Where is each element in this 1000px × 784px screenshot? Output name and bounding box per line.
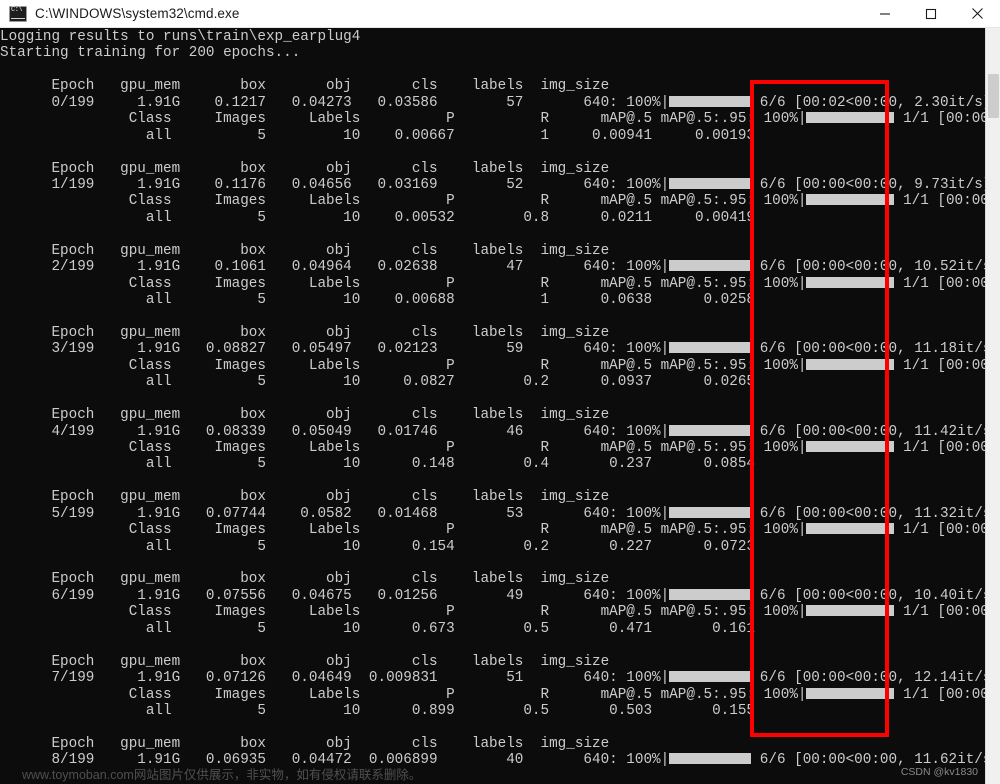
- val-progress-bar: [806, 440, 895, 452]
- train-progress-bar: [669, 177, 752, 189]
- console-line: Logging results to runs\train\exp_earplu…: [0, 29, 361, 45]
- console-line: all 5 10 0.00667 1 0.00941 0.00193: [0, 127, 755, 144]
- train-progress-bar: [669, 424, 752, 436]
- console-line: Starting training for 200 epochs...: [0, 45, 301, 62]
- val-progress-bar: [806, 605, 895, 617]
- cmd-window: C:\WINDOWS\system32\cmd.exe Logging resu…: [0, 0, 1000, 784]
- console-line: Epoch gpu_mem box obj cls labels img_siz…: [0, 735, 610, 752]
- console-line: all 5 10 0.0827 0.2 0.0937 0.0265: [0, 374, 755, 391]
- val-progress-bar: [806, 276, 895, 288]
- console-line: Epoch gpu_mem box obj cls labels img_siz…: [0, 653, 610, 670]
- console-text: Logging results to runs\train\exp_earplu…: [0, 28, 1000, 769]
- minimize-icon: [880, 12, 890, 15]
- console-line: 1/199 1.91G 0.1176 0.04656 0.03169 52 64…: [0, 176, 992, 193]
- train-progress-bar: [669, 95, 752, 107]
- console-line: 3/199 1.91G 0.08827 0.05497 0.02123 59 6…: [0, 341, 1000, 358]
- vertical-scrollbar[interactable]: [985, 28, 1000, 784]
- train-progress-bar: [669, 260, 752, 272]
- console-line: all 5 10 0.899 0.5 0.503 0.155: [0, 702, 755, 719]
- val-progress-bar: [806, 687, 895, 699]
- console-line: Epoch gpu_mem box obj cls labels img_siz…: [0, 571, 610, 588]
- console-line: Class Images Labels P R mAP@.5 mAP@.5:.9…: [0, 686, 1000, 703]
- console-line: 2/199 1.91G 0.1061 0.04964 0.02638 47 64…: [0, 259, 1000, 276]
- console-line: all 5 10 0.154 0.2 0.227 0.0723: [0, 538, 755, 555]
- val-progress-bar: [806, 112, 895, 124]
- console-line: all 5 10 0.673 0.5 0.471 0.161: [0, 620, 755, 637]
- console-line: Class Images Labels P R mAP@.5 mAP@.5:.9…: [0, 111, 1000, 128]
- train-progress-bar: [669, 588, 752, 600]
- val-progress-bar: [806, 358, 895, 370]
- cmd-console-icon: [9, 5, 27, 22]
- console-line: 0/199 1.91G 0.1217 0.04273 0.03586 57 64…: [0, 94, 992, 111]
- site-watermark: www.toymoban.com网站图片仅供展示，非实物，如有侵权请联系删除。: [22, 768, 422, 782]
- train-progress-bar: [669, 671, 752, 683]
- console-line: Class Images Labels P R mAP@.5 mAP@.5:.9…: [0, 193, 1000, 210]
- close-icon: [971, 8, 983, 19]
- console-line: all 5 10 0.00532 0.8 0.0211 0.00419: [0, 209, 755, 226]
- console-line: Class Images Labels P R mAP@.5 mAP@.5:.9…: [0, 604, 1000, 621]
- console-line: Class Images Labels P R mAP@.5 mAP@.5:.9…: [0, 439, 1000, 456]
- console-line: Class Images Labels P R mAP@.5 mAP@.5:.9…: [0, 275, 1000, 292]
- val-progress-bar: [806, 194, 895, 206]
- console-line: Epoch gpu_mem box obj cls labels img_siz…: [0, 489, 610, 506]
- console-line: Epoch gpu_mem box obj cls labels img_siz…: [0, 78, 610, 95]
- close-button[interactable]: [954, 0, 1000, 28]
- title-bar[interactable]: C:\WINDOWS\system32\cmd.exe: [0, 0, 1000, 28]
- minimize-button[interactable]: [862, 0, 908, 28]
- console-line: Epoch gpu_mem box obj cls labels img_siz…: [0, 324, 610, 341]
- scrollbar-thumb[interactable]: [988, 74, 999, 118]
- train-progress-bar: [669, 506, 752, 518]
- console-line: 5/199 1.91G 0.07744 0.0582 0.01468 53 64…: [0, 505, 1000, 522]
- console-line: all 5 10 0.148 0.4 0.237 0.0854: [0, 456, 755, 473]
- csdn-watermark: CSDN @kv1830: [900, 766, 978, 778]
- console-line: Epoch gpu_mem box obj cls labels img_siz…: [0, 407, 610, 424]
- console-output-area[interactable]: Logging results to runs\train\exp_earplu…: [0, 28, 1000, 784]
- console-line: Class Images Labels P R mAP@.5 mAP@.5:.9…: [0, 357, 1000, 374]
- val-progress-bar: [806, 523, 895, 535]
- console-line: Epoch gpu_mem box obj cls labels img_siz…: [0, 160, 610, 177]
- console-line: 4/199 1.91G 0.08339 0.05049 0.01746 46 6…: [0, 423, 1000, 440]
- console-line: Class Images Labels P R mAP@.5 mAP@.5:.9…: [0, 522, 1000, 539]
- train-progress-bar: [669, 342, 752, 354]
- train-progress-bar: [669, 753, 752, 765]
- console-line: Epoch gpu_mem box obj cls labels img_siz…: [0, 242, 610, 259]
- window-title: C:\WINDOWS\system32\cmd.exe: [35, 6, 240, 21]
- console-line: all 5 10 0.00688 1 0.0638 0.0258: [0, 292, 755, 308]
- maximize-icon: [925, 8, 937, 19]
- maximize-button[interactable]: [908, 0, 954, 28]
- console-line: 7/199 1.91G 0.07126 0.04649 0.009831 51 …: [0, 670, 1000, 687]
- console-line: 6/199 1.91G 0.07556 0.04675 0.01256 49 6…: [0, 587, 1000, 604]
